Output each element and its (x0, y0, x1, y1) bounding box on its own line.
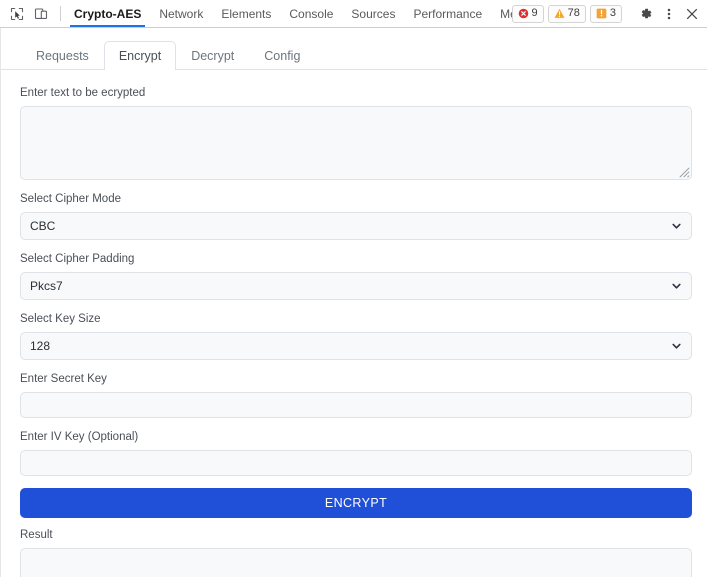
device-toolbar-icon[interactable] (30, 3, 52, 25)
toolbar-divider-left (60, 6, 61, 21)
crypto-aes-panel: Requests Encrypt Decrypt Config Enter te… (0, 28, 707, 577)
encrypt-form: Enter text to be ecrypted Select Cipher … (1, 70, 707, 577)
warning-triangle-icon (554, 8, 565, 18)
more-options-icon[interactable] (658, 3, 680, 25)
tab-encrypt[interactable]: Encrypt (103, 40, 177, 70)
tab-label: Requests (36, 48, 89, 63)
devtools-tab-memory[interactable]: Memory (491, 0, 511, 27)
device-toolbar-glyph (34, 7, 48, 19)
gear-glyph (641, 8, 652, 18)
devtools-tab-console[interactable]: Console (280, 0, 342, 27)
tab-label: Config (264, 48, 301, 63)
inspect-element-icon[interactable] (6, 3, 28, 25)
devtools-right-tools: 9 78 3 (511, 0, 707, 27)
settings-gear-icon[interactable] (635, 3, 657, 25)
devtools-tab-label: Crypto-AES (74, 6, 142, 21)
close-x-glyph (686, 8, 698, 19)
app-tab-bar: Requests Encrypt Decrypt Config (1, 34, 707, 70)
iv-key-input[interactable] (20, 449, 692, 476)
issues-count: 3 (609, 7, 616, 19)
devtools-tab-elements[interactable]: Elements (212, 0, 280, 27)
devtools-tab-label: Memory (500, 6, 511, 21)
tab-decrypt[interactable]: Decrypt (176, 41, 249, 71)
devtools-tab-label: Performance (413, 6, 483, 21)
cipher-mode-select[interactable]: CBCCFBCTROFBECB (20, 211, 692, 240)
devtools-tab-sources[interactable]: Sources (342, 0, 404, 27)
vertical-dots-glyph (667, 8, 671, 19)
plaintext-field-wrap (20, 105, 692, 180)
devtools-tab-label: Sources (351, 6, 396, 21)
devtools-left-tools (0, 0, 56, 27)
secret-key-label: Enter Secret Key (20, 372, 107, 385)
devtools-tab-label: Elements (221, 6, 272, 21)
cipher-mode-field-wrap: CBCCFBCTROFBECB (20, 211, 692, 240)
errors-badge[interactable]: 9 (511, 4, 544, 23)
encrypt-button[interactable]: ENCRYPT (20, 487, 692, 518)
result-output[interactable] (20, 547, 692, 577)
status-badges: 9 78 3 (511, 4, 622, 23)
close-devtools-icon[interactable] (681, 3, 703, 25)
tab-label: Decrypt (191, 48, 235, 63)
issue-square-icon (596, 8, 607, 19)
plaintext-label: Enter text to be ecrypted (20, 87, 146, 99)
tab-label: Encrypt (118, 48, 162, 63)
error-circle-icon (518, 8, 528, 19)
devtools-tab-performance[interactable]: Performance (404, 0, 491, 27)
devtools-tab-network[interactable]: Network (150, 0, 212, 27)
key-size-label: Select Key Size (20, 312, 101, 325)
cipher-padding-label: Select Cipher Padding (20, 252, 135, 265)
cipher-padding-select[interactable]: Pkcs7Iso97971AnsiX923Iso10126ZeroPadding… (20, 271, 692, 300)
tab-config[interactable]: Config (249, 41, 315, 71)
warnings-badge[interactable]: 78 (547, 4, 586, 23)
errors-count: 9 (531, 7, 538, 19)
secret-key-input[interactable] (20, 391, 692, 418)
result-label: Result (20, 528, 53, 541)
iv-key-label: Enter IV Key (Optional) (20, 430, 139, 443)
result-field-wrap (20, 547, 692, 577)
key-size-field-wrap: 128192256 (20, 331, 692, 360)
cipher-mode-label: Select Cipher Mode (20, 192, 121, 205)
tab-requests[interactable]: Requests (21, 41, 104, 71)
warnings-count: 78 (567, 7, 580, 19)
inspect-element-glyph (10, 7, 24, 20)
devtools-panel-tabs: Crypto-AES Network Elements Console Sour… (65, 0, 512, 27)
devtools-toolbar: Crypto-AES Network Elements Console Sour… (0, 0, 707, 28)
devtools-tab-label: Network (159, 6, 204, 21)
issues-badge[interactable]: 3 (589, 4, 622, 23)
plaintext-input[interactable] (20, 105, 692, 180)
devtools-tab-label: Console (289, 6, 334, 21)
devtools-tab-crypto-aes[interactable]: Crypto-AES (65, 0, 150, 27)
key-size-select[interactable]: 128192256 (20, 331, 692, 360)
cipher-padding-field-wrap: Pkcs7Iso97971AnsiX923Iso10126ZeroPadding… (20, 271, 692, 300)
